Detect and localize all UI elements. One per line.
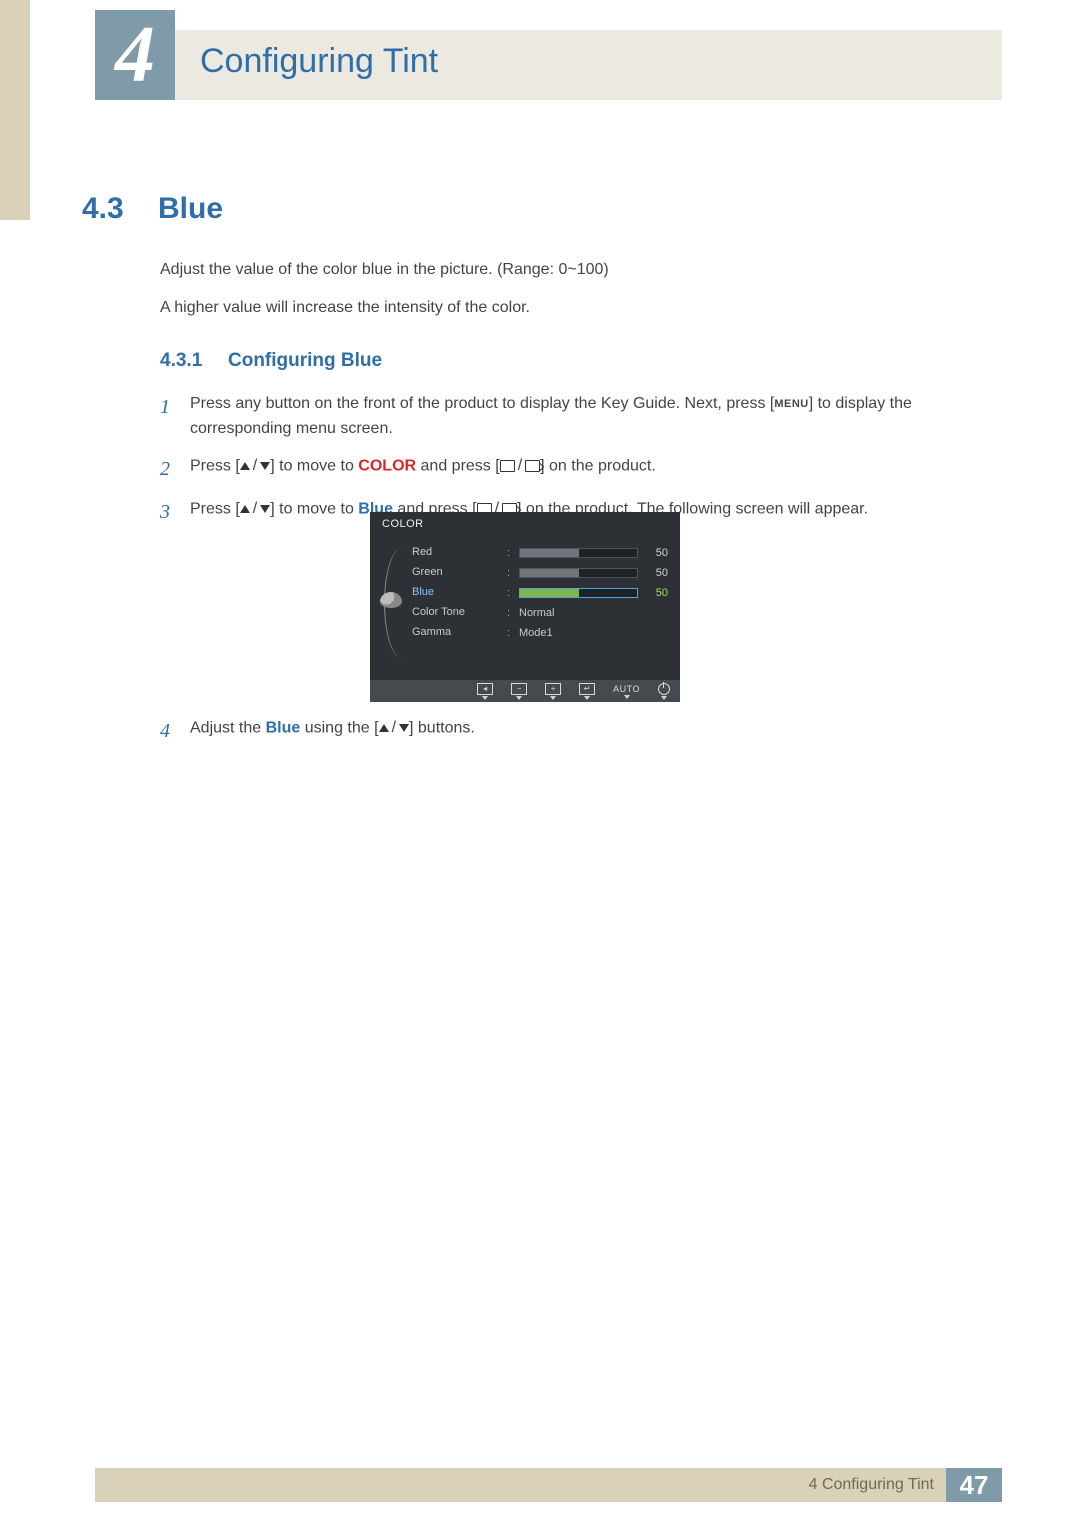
osd-title: COLOR <box>370 512 680 534</box>
step-2-text: Press [/] to move to COLOR and press [/]… <box>190 454 995 485</box>
osd-footer-minus-icon: − <box>511 683 527 700</box>
osd-panel: COLOR Red Green Blue Color Tone Gamma : … <box>370 512 680 702</box>
step-number: 4 <box>160 716 190 747</box>
osd-item-gamma: Gamma <box>412 626 507 640</box>
text: ] to move to <box>270 457 358 474</box>
osd-footer-auto: AUTO <box>613 684 640 699</box>
osd-footer-plus-icon: + <box>545 683 561 700</box>
colon: : <box>507 587 513 599</box>
keyword-color: COLOR <box>358 457 416 474</box>
osd-row-blue: : 50 <box>507 586 668 600</box>
colon: : <box>507 547 513 559</box>
section-paragraph-2: A higher value will increase the intensi… <box>160 296 990 320</box>
osd-row-red: : 50 <box>507 546 668 560</box>
osd-footer-enter-icon: ↵ <box>579 683 595 700</box>
palette-icon <box>380 592 402 608</box>
step-1-text: Press any button on the front of the pro… <box>190 392 995 442</box>
section-number: 4.3 <box>82 192 124 226</box>
text: and press [ <box>416 457 500 474</box>
auto-label: AUTO <box>613 684 640 694</box>
osd-row-colortone: : Normal <box>507 606 668 620</box>
step-4: 4 Adjust the Blue using the [/] buttons. <box>160 716 995 747</box>
text: Adjust the <box>190 720 266 737</box>
osd-menu-list: Red Green Blue Color Tone Gamma <box>412 542 507 674</box>
step-number: 1 <box>160 392 190 442</box>
value-gamma: Mode1 <box>519 627 553 639</box>
step-number: 2 <box>160 454 190 485</box>
text: Press any button on the front of the pro… <box>190 395 774 412</box>
up-down-icon: / <box>240 454 270 479</box>
colon: : <box>507 607 513 619</box>
osd-body: Red Green Blue Color Tone Gamma : 50 : 5… <box>382 542 668 674</box>
osd-row-gamma: : Mode1 <box>507 626 668 640</box>
left-accent-stripe <box>0 0 30 220</box>
osd-item-colortone: Color Tone <box>412 606 507 620</box>
subsection-number: 4.3.1 <box>160 350 202 372</box>
page-number-box: 47 <box>946 1468 1002 1502</box>
footer-label: 4 Configuring Tint <box>809 1476 934 1494</box>
osd-footer-power-icon <box>658 683 670 700</box>
text: ] to move to <box>270 500 358 517</box>
keyword-blue: Blue <box>266 720 301 737</box>
section-title: Blue <box>158 192 223 226</box>
slider-green <box>519 568 638 578</box>
osd-left-gutter <box>382 542 412 674</box>
osd-item-red: Red <box>412 546 507 560</box>
value-blue: 50 <box>644 587 668 599</box>
osd-item-blue-selected: Blue <box>412 586 507 600</box>
step-4-text: Adjust the Blue using the [/] buttons. <box>190 716 995 747</box>
value-colortone: Normal <box>519 607 554 619</box>
text: using the [ <box>300 720 378 737</box>
osd-values-column: : 50 : 50 : 50 : Normal <box>507 542 668 674</box>
chapter-number-box: 4 <box>95 10 175 100</box>
up-down-icon: / <box>240 497 270 522</box>
colon: : <box>507 567 513 579</box>
text: Press [ <box>190 457 240 474</box>
step-1: 1 Press any button on the front of the p… <box>160 392 995 442</box>
step-2: 2 Press [/] to move to COLOR and press [… <box>160 454 995 485</box>
step-number: 3 <box>160 497 190 528</box>
text: ] on the product. <box>540 457 656 474</box>
text: Press [ <box>190 500 240 517</box>
source-enter-icon: / <box>500 454 540 479</box>
step-4-wrap: 4 Adjust the Blue using the [/] buttons. <box>160 716 995 759</box>
subsection-title: Configuring Blue <box>228 350 382 372</box>
menu-key-label: MENU <box>774 398 808 410</box>
text: ] buttons. <box>409 720 475 737</box>
slider-blue-selected <box>519 588 638 598</box>
colon: : <box>507 627 513 639</box>
osd-row-green: : 50 <box>507 566 668 580</box>
osd-footer-back-icon: ◂ <box>477 683 493 700</box>
up-down-icon: / <box>379 716 409 741</box>
section-paragraph-1: Adjust the value of the color blue in th… <box>160 258 990 282</box>
chapter-title: Configuring Tint <box>200 42 438 81</box>
osd-item-green: Green <box>412 566 507 580</box>
slider-red <box>519 548 638 558</box>
page-footer: 4 Configuring Tint 47 <box>95 1468 1002 1502</box>
osd-footer: ◂ − + ↵ AUTO <box>370 680 680 702</box>
value-red: 50 <box>644 547 668 559</box>
value-green: 50 <box>644 567 668 579</box>
